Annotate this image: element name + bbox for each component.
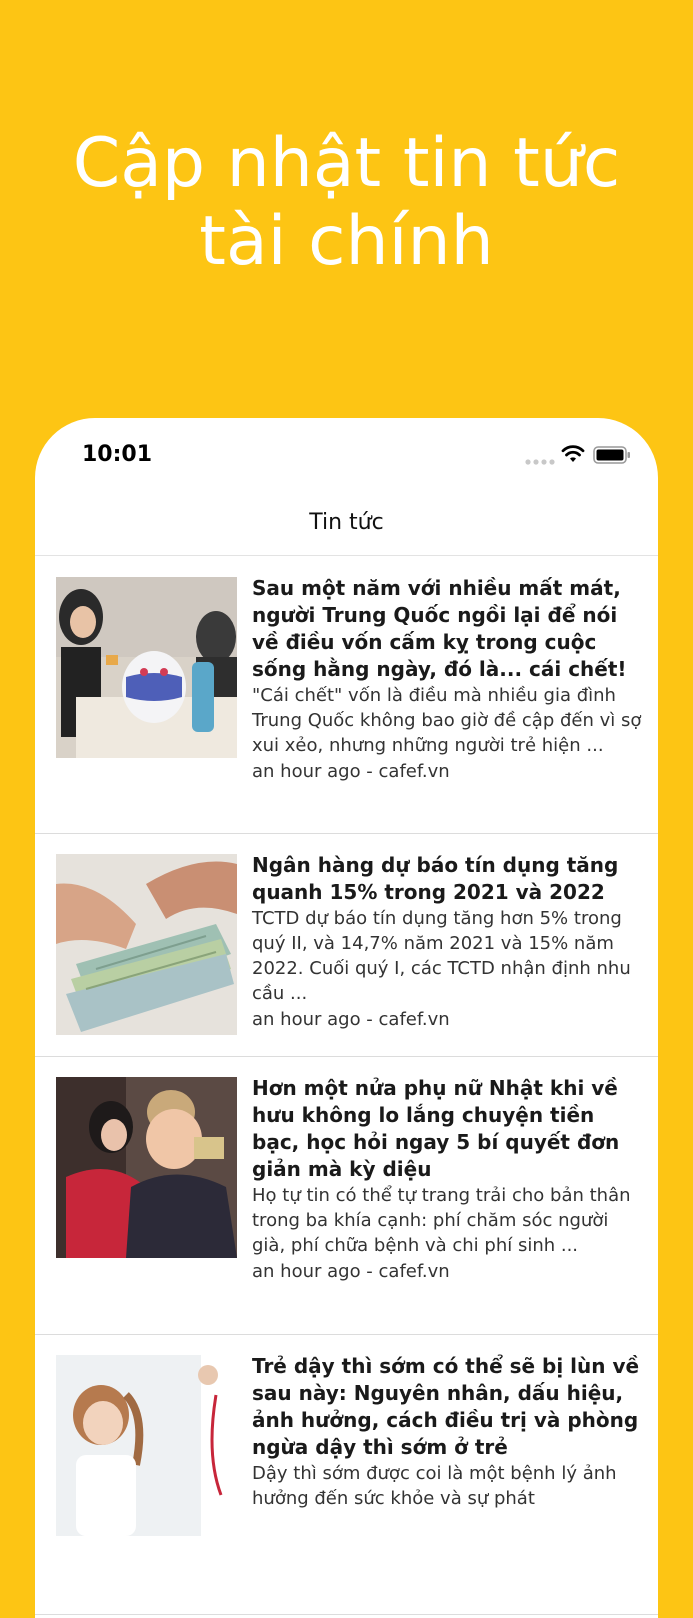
- phone-screen: 10:01 Tin tức Sau một năm với nhiều mất …: [35, 418, 658, 1618]
- news-thumbnail: [56, 1355, 237, 1536]
- wifi-icon: [561, 445, 585, 462]
- nav-title: Tin tức: [309, 510, 384, 535]
- news-title: Ngân hàng dự báo tín dụng tăng quanh 15%…: [252, 853, 619, 904]
- news-content: Trẻ dậy thì sớm có thể sẽ bị lùn về sau …: [252, 1353, 647, 1511]
- news-list: Sau một năm với nhiều mất mát, người Tru…: [35, 557, 658, 1615]
- battery-icon: [593, 446, 630, 464]
- nav-bar: Tin tức: [35, 498, 658, 556]
- status-time: 10:01: [82, 442, 153, 467]
- promo-headline: Cập nhật tin tức tài chính: [0, 125, 693, 281]
- news-title: Sau một năm với nhiều mất mát, người Tru…: [252, 576, 627, 681]
- news-content: Sau một năm với nhiều mất mát, người Tru…: [252, 575, 647, 784]
- news-item[interactable]: Hơn một nửa phụ nữ Nhật khi về hưu không…: [35, 1057, 658, 1335]
- news-description: Họ tự tin có thể tự trang trải cho bản t…: [252, 1185, 631, 1256]
- news-title: Hơn một nửa phụ nữ Nhật khi về hưu không…: [252, 1076, 620, 1181]
- news-content: Ngân hàng dự báo tín dụng tăng quanh 15%…: [252, 852, 647, 1032]
- news-thumbnail: [56, 577, 237, 758]
- news-meta: an hour ago - cafef.vn: [252, 761, 450, 782]
- news-thumbnail: [56, 1077, 237, 1258]
- status-bar: 10:01: [35, 418, 658, 498]
- promo-headline-line1: Cập nhật tin tức: [72, 124, 621, 203]
- news-description: TCTD dự báo tín dụng tăng hơn 5% trong q…: [252, 908, 631, 1004]
- news-meta: an hour ago - cafef.vn: [252, 1009, 450, 1030]
- news-title: Trẻ dậy thì sớm có thể sẽ bị lùn về sau …: [252, 1354, 640, 1459]
- news-item[interactable]: Ngân hàng dự báo tín dụng tăng quanh 15%…: [35, 834, 658, 1057]
- news-description: Dậy thì sớm được coi là một bệnh lý ảnh …: [252, 1463, 617, 1509]
- news-meta: an hour ago - cafef.vn: [252, 1261, 450, 1282]
- news-description: "Cái chết" vốn là điều mà nhiều gia đình…: [252, 685, 642, 756]
- signal-icon: [525, 459, 555, 465]
- news-thumbnail: [56, 854, 237, 1035]
- promo-headline-line2: tài chính: [199, 202, 494, 281]
- news-item[interactable]: Sau một năm với nhiều mất mát, người Tru…: [35, 557, 658, 834]
- news-content: Hơn một nửa phụ nữ Nhật khi về hưu không…: [252, 1075, 647, 1284]
- news-item[interactable]: Trẻ dậy thì sớm có thể sẽ bị lùn về sau …: [35, 1335, 658, 1615]
